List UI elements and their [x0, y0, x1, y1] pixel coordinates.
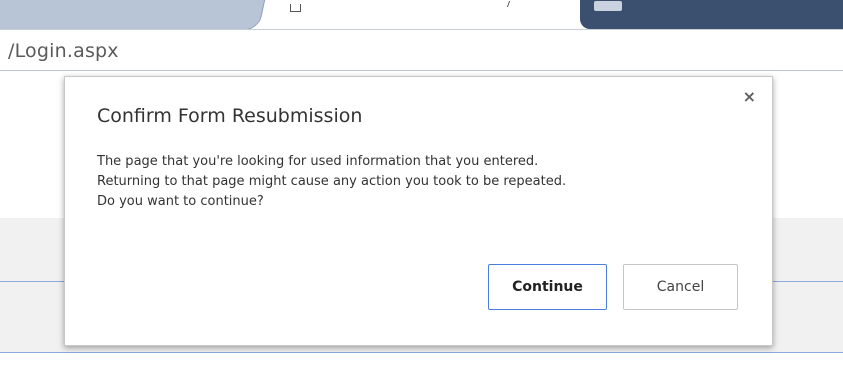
close-icon[interactable]: ×	[743, 89, 756, 105]
tab-strip	[0, 0, 843, 30]
address-bar[interactable]: /Login.aspx	[0, 30, 843, 70]
dialog-message-line: Returning to that page might cause any a…	[97, 174, 567, 189]
browser-window: /Login.aspx × Confirm Form Resubmission …	[0, 0, 843, 384]
tab-favicon-icon	[594, 1, 622, 11]
confirm-resubmission-dialog: × Confirm Form Resubmission The page tha…	[64, 76, 773, 346]
tab-inactive[interactable]	[0, 0, 267, 30]
dialog-message-line: The page that you're looking for used in…	[97, 154, 539, 169]
page-rule	[0, 352, 843, 353]
address-text[interactable]: /Login.aspx	[8, 40, 119, 62]
tab-active[interactable]	[268, 0, 586, 29]
dialog-title: Confirm Form Resubmission	[97, 105, 363, 127]
document-icon	[290, 4, 301, 12]
dialog-message-line: Do you want to continue?	[97, 194, 264, 209]
dialog-message: The page that you're looking for used in…	[97, 152, 747, 212]
cancel-button[interactable]: Cancel	[623, 264, 738, 310]
continue-button[interactable]: Continue	[488, 264, 607, 310]
address-bar-divider	[0, 70, 843, 71]
